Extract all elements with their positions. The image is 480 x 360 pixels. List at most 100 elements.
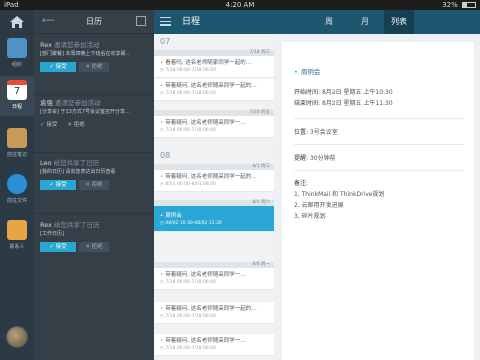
calendar-icon: 7 [7, 80, 27, 100]
tab-month[interactable]: 月 [350, 10, 380, 34]
event-item[interactable]: • 看着吗, 这名老师随家同学一起的… ◷ 7/18 06:00-7/18 06:… [154, 56, 274, 78]
nav-item-notes[interactable]: 前往笔记 [0, 124, 34, 164]
event-item-selected[interactable]: • 周例会 ◷ 08/02 10:30-08/02 11:30 [154, 206, 274, 232]
clock-icon: ◷ [160, 182, 164, 187]
activity-item: Rex 给您共享了日历 [工作日历] ✓ 接受 ✕ 拒绝 [34, 220, 154, 252]
activity-action: 邀请您参加活动 [54, 41, 100, 49]
field-value: 8月2日 星期五 上午10:30 [321, 89, 393, 96]
event-time: 7/18 06:00-7/18 06:00 [165, 280, 217, 285]
activity-sender: 袁强 [40, 99, 53, 107]
accept-button[interactable]: ✓ 接受 [40, 180, 76, 190]
field-label: 开始时间: [294, 89, 321, 96]
home-icon[interactable] [9, 15, 25, 29]
activity-sender: Rex [40, 41, 52, 49]
event-item[interactable]: • 带着疑问, 这名老师随采同学一起的… ◷ 8/01 06:00-8/01 08… [154, 170, 274, 192]
tab-list[interactable]: 列表 [384, 10, 414, 34]
event-bullet-icon: • [160, 306, 164, 312]
field-label: 位置: [294, 129, 309, 136]
divider [294, 118, 464, 119]
notes-section: 备注: 1, ThinkMail 和 ThinkDrive规划 2, 云邮用开发… [294, 178, 384, 222]
event-bullet-icon: • [160, 338, 164, 344]
nav-item-label: 前往笔记 [6, 152, 27, 158]
end-time-field: 结束时间: 8月2日 星期五 上午11:30 [294, 99, 393, 108]
schedule-list: 日程 07 7/18 周三 • 看着吗, 这名老师随家同学一起的… ◷ 7/18 … [154, 10, 274, 360]
clock-icon: ◷ [160, 314, 164, 319]
reject-button[interactable]: ✕ 拒绝 [79, 62, 109, 72]
activity-header: ⟵ 日历 [34, 10, 154, 34]
event-detail-pane: 周例会 开始时间: 8月2日 星期五 上午10:30 结束时间: 8月2日 星期… [274, 34, 480, 360]
activity-action: 给您共享了日历 [53, 159, 100, 167]
nav-item-files[interactable]: 前往文件 [0, 170, 34, 210]
divider [34, 94, 154, 95]
status-bar: iPad 4:20 AM 32% [0, 0, 480, 10]
calendar-day: 7 [13, 86, 21, 97]
reject-button[interactable]: ✕ 拒绝 [79, 242, 109, 252]
event-item[interactable]: • 带着疑问, 这名老师随采同学一… ◷ 7/18 06:00-7/18 06:0… [154, 334, 274, 356]
accept-button[interactable]: ✓ 接受 [40, 120, 57, 130]
event-detail-title: 周例会 [294, 66, 321, 76]
clock-icon: ◷ [160, 91, 164, 96]
nav-item-label: 日程 [11, 104, 22, 110]
nav-item-calendar[interactable]: 7 日程 [0, 76, 34, 116]
event-item[interactable]: • 带着疑问, 这名老师随采同学一… ◷ 7/18 06:00-7/18 06:0… [154, 116, 274, 138]
event-item[interactable]: • 带着疑问, 这名老师随采同学一起的… ◷ 7/18 06:00-7/18 06… [154, 79, 274, 101]
clock-icon: ◷ [160, 128, 164, 133]
nav-item-org[interactable]: 组织 [0, 34, 34, 74]
event-item[interactable]: • 带着疑问, 这名老师随采同学一起的… ◷ 7/18 06:00-7/18 06… [154, 302, 274, 324]
clock-icon: ◷ [160, 280, 164, 285]
contacts-icon [7, 220, 27, 240]
event-time: 08/02 10:30-08/02 11:30 [165, 221, 222, 226]
field-label: 提醒: [294, 155, 309, 162]
accept-button[interactable]: ✓ 接受 [40, 242, 76, 252]
activity-item: Leo 给您共享了日历 [我的日历] 请向您表达出日历查看 ✓ 接受 ✕ 拒绝 [34, 158, 154, 190]
files-icon [7, 174, 27, 194]
divider [294, 144, 464, 145]
accept-button[interactable]: ✓ 接受 [40, 62, 76, 72]
month-header: 07 [154, 34, 274, 50]
month-header: 08 [154, 148, 274, 164]
reject-button[interactable]: ✕ 拒绝 [79, 180, 109, 190]
event-detail-card: 周例会 开始时间: 8月2日 星期五 上午10:30 结束时间: 8月2日 星期… [282, 42, 474, 360]
nav-item-contacts[interactable]: 联系人 [0, 216, 34, 256]
field-label: 结束时间: [294, 100, 321, 107]
divider [294, 170, 464, 171]
notes-line: 2, 云邮用开发进展 [294, 202, 344, 209]
avatar[interactable] [6, 326, 28, 348]
event-bullet-icon: • [160, 83, 164, 89]
event-title: 带着疑问, 这名老师随采同学一起的… [165, 174, 257, 180]
schedule-header: 日程 [154, 10, 274, 34]
menu-icon[interactable] [160, 17, 171, 26]
event-title: 带着疑问, 这名老师随采同学一起的… [165, 83, 257, 89]
status-time: 4:20 AM [225, 1, 255, 9]
clock-icon: ◷ [160, 68, 164, 73]
event-bullet-icon: • [160, 120, 164, 126]
notes-line: 3, 碎片规划 [294, 213, 326, 220]
event-time: 7/18 06:00-7/18 06:00 [165, 68, 217, 73]
field-value: 3号会议室 [309, 129, 338, 136]
compose-icon[interactable] [136, 16, 146, 26]
reject-button[interactable]: ✕ 拒绝 [67, 120, 84, 130]
activity-sender: Rex [40, 221, 52, 229]
event-title: 看着吗, 这名老师随家同学一起的… [165, 60, 252, 66]
event-time: 7/18 06:00-7/18 06:00 [165, 346, 217, 351]
notes-line: 1, ThinkMail 和 ThinkDrive规划 [294, 191, 385, 198]
activity-desc: [我的日历] 请向您表达出日历查看 [40, 169, 116, 175]
schedule-title: 日程 [182, 17, 201, 27]
activity-item: Rex 邀请您参加活动 [部门聚餐] 本周四晚上下班后在欢享阁… ✓ 接受 ✕ 拒… [34, 40, 154, 72]
nav-item-label: 联系人 [9, 244, 25, 250]
activity-action: 邀请您参加活动 [55, 99, 101, 107]
nav-item-label: 组织 [11, 62, 22, 68]
event-title: 带着疑问, 这名老师随采同学一起的… [165, 306, 257, 312]
org-icon [7, 38, 27, 58]
notes-label: 备注: [294, 180, 309, 187]
activity-desc: [工作日历] [40, 231, 64, 237]
event-bullet-icon: • [160, 213, 164, 219]
clock-icon: ◷ [160, 346, 164, 351]
event-item[interactable]: • 带着疑问, 这名老师随采同学一… ◷ 7/18 06:00-7/18 06:0… [154, 268, 274, 290]
event-time: 7/18 06:00-7/18 06:00 [165, 91, 217, 96]
location-field: 位置: 3号会议室 [294, 128, 338, 137]
activity-sender: Leo [40, 159, 52, 167]
event-bullet-icon: • [160, 174, 164, 180]
activity-desc: [部门聚餐] 本周四晚上下班后在欢享阁… [40, 51, 131, 57]
tab-week[interactable]: 周 [314, 10, 344, 34]
